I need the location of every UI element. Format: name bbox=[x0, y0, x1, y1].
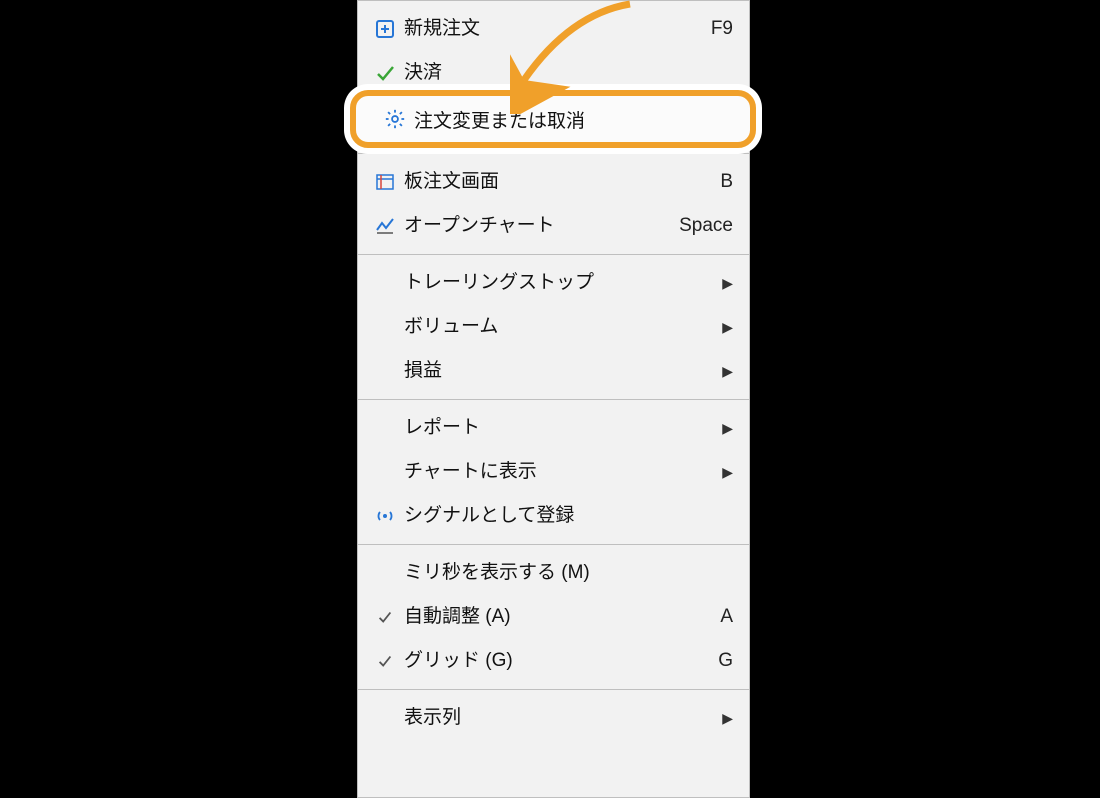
check-mark-icon bbox=[368, 608, 402, 626]
menu-item-depth[interactable]: 板注文画面 B bbox=[358, 160, 749, 204]
menu-label: 損益 bbox=[402, 349, 722, 393]
menu-separator bbox=[358, 544, 749, 545]
menu-item-register-signal[interactable]: シグナルとして登録 bbox=[358, 494, 749, 538]
menu-label: 表示列 bbox=[402, 696, 722, 740]
menu-item-volume[interactable]: ボリューム ▶ bbox=[358, 305, 749, 349]
check-icon bbox=[368, 63, 402, 83]
menu-label: 板注文画面 bbox=[402, 160, 710, 204]
book-icon bbox=[368, 172, 402, 192]
menu-label: レポート bbox=[402, 406, 722, 450]
menu-item-columns[interactable]: 表示列 ▶ bbox=[358, 696, 749, 740]
submenu-arrow-icon: ▶ bbox=[722, 696, 733, 740]
menu-label: チャートに表示 bbox=[402, 450, 722, 494]
menu-shortcut: G bbox=[708, 639, 733, 683]
gear-icon bbox=[378, 108, 412, 130]
signal-icon bbox=[368, 506, 402, 526]
menu-item-open-chart[interactable]: オープンチャート Space bbox=[358, 204, 749, 248]
menu-label: グリッド (G) bbox=[402, 639, 708, 683]
submenu-arrow-icon: ▶ bbox=[722, 406, 733, 450]
menu-label: 注文変更または取消 bbox=[412, 106, 585, 133]
menu-label: シグナルとして登録 bbox=[402, 494, 733, 538]
check-mark-icon bbox=[368, 652, 402, 670]
menu-separator bbox=[358, 399, 749, 400]
menu-item-pnl[interactable]: 損益 ▶ bbox=[358, 349, 749, 393]
submenu-arrow-icon: ▶ bbox=[722, 305, 733, 349]
submenu-arrow-icon: ▶ bbox=[722, 450, 733, 494]
menu-label: 新規注文 bbox=[402, 7, 701, 51]
menu-item-report[interactable]: レポート ▶ bbox=[358, 406, 749, 450]
menu-shortcut: F9 bbox=[701, 7, 733, 51]
menu-separator bbox=[358, 689, 749, 690]
chart-line-icon bbox=[368, 216, 402, 236]
menu-item-show-ms[interactable]: ミリ秒を表示する (M) bbox=[358, 551, 749, 595]
menu-item-show-on-chart[interactable]: チャートに表示 ▶ bbox=[358, 450, 749, 494]
menu-shortcut: B bbox=[710, 160, 733, 204]
menu-separator bbox=[358, 254, 749, 255]
plus-square-icon bbox=[368, 19, 402, 39]
menu-item-modify-cancel[interactable]: 注文変更または取消 bbox=[350, 90, 756, 148]
menu-item-grid[interactable]: グリッド (G) G bbox=[358, 639, 749, 683]
menu-label: オープンチャート bbox=[402, 204, 669, 248]
annotation-highlight: 注文変更または取消 bbox=[344, 84, 762, 154]
menu-item-auto-arrange[interactable]: 自動調整 (A) A bbox=[358, 595, 749, 639]
submenu-arrow-icon: ▶ bbox=[722, 349, 733, 393]
menu-label: 自動調整 (A) bbox=[402, 595, 710, 639]
menu-label: ミリ秒を表示する (M) bbox=[402, 551, 733, 595]
menu-shortcut: A bbox=[710, 595, 733, 639]
menu-shortcut: Space bbox=[669, 204, 733, 248]
submenu-arrow-icon: ▶ bbox=[722, 261, 733, 305]
menu-label: ボリューム bbox=[402, 305, 722, 349]
menu-label: トレーリングストップ bbox=[402, 261, 722, 305]
menu-item-trailing-stop[interactable]: トレーリングストップ ▶ bbox=[358, 261, 749, 305]
menu-item-new-order[interactable]: 新規注文 F9 bbox=[358, 7, 749, 51]
